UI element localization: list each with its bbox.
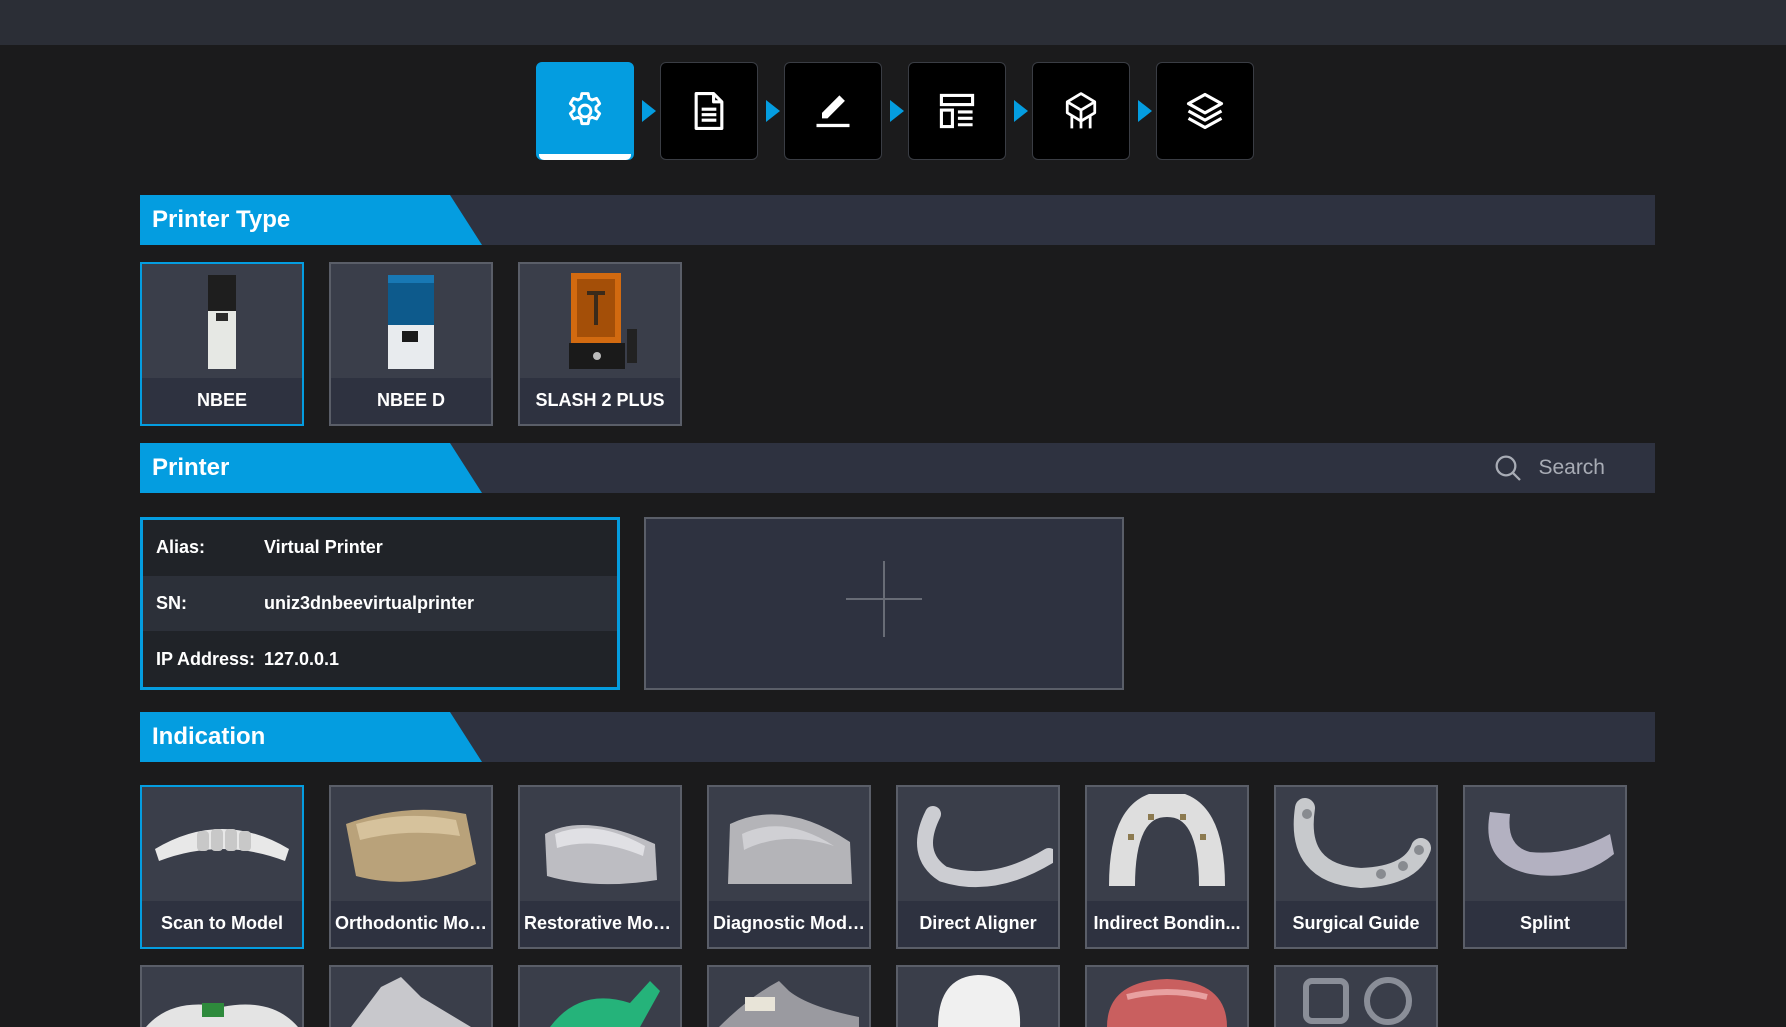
pencil-icon xyxy=(816,95,850,128)
step-setup-button[interactable] xyxy=(536,62,634,160)
title-bar xyxy=(0,0,1786,45)
model-image xyxy=(1276,787,1436,901)
step-file-button[interactable] xyxy=(660,62,758,160)
ip-row: IP Address: 127.0.0.1 xyxy=(143,632,617,687)
alias-row: Alias: Virtual Printer xyxy=(143,520,617,575)
card-label: Scan to Model xyxy=(160,913,283,933)
section-title: Printer xyxy=(152,454,230,481)
printer-type-header: Printer Type xyxy=(140,195,1655,245)
indication-card-surgical-guide[interactable]: Surgical Guide xyxy=(1274,785,1438,949)
support-icon xyxy=(1065,92,1097,129)
step-slice-button[interactable] xyxy=(1156,62,1254,160)
step-arrow-icon xyxy=(1014,100,1028,122)
printer-search[interactable]: Search xyxy=(1492,443,1605,493)
printer-info-card[interactable]: Alias: Virtual Printer SN: uniz3dnbeevir… xyxy=(140,517,620,690)
printer-header: Printer Search xyxy=(140,443,1655,493)
search-placeholder: Search xyxy=(1538,456,1605,479)
card-label: Splint xyxy=(1520,913,1570,933)
alias-label: Alias: xyxy=(156,537,206,557)
card-label: Diagnostic Mode... xyxy=(713,913,869,933)
layout-icon xyxy=(939,93,975,129)
model-image xyxy=(898,787,1058,901)
search-icon xyxy=(1495,455,1522,481)
sn-label: SN: xyxy=(156,593,187,613)
plus-icon xyxy=(883,561,885,637)
card-label: Indirect Bondin... xyxy=(1093,913,1241,933)
step-arrow-icon xyxy=(1138,100,1152,122)
add-printer-button[interactable] xyxy=(644,517,1124,690)
model-image xyxy=(1465,787,1625,901)
step-arrow-icon xyxy=(766,100,780,122)
indication-card-direct-aligner[interactable]: Direct Aligner xyxy=(896,785,1060,949)
gear-icon xyxy=(568,92,602,126)
layers-icon xyxy=(1186,92,1224,130)
step-layout-button[interactable] xyxy=(908,62,1006,160)
card-label: NBEE D xyxy=(376,390,445,410)
model-image xyxy=(938,975,1021,1027)
model-image xyxy=(1107,979,1227,1027)
shapes-icon xyxy=(1303,977,1412,1025)
model-image xyxy=(520,787,680,901)
indication-card-splint[interactable]: Splint xyxy=(1463,785,1627,949)
step-edit-button[interactable] xyxy=(784,62,882,160)
step-arrow-icon xyxy=(890,100,904,122)
indication-card-indirect-bonding[interactable]: Indirect Bondin... xyxy=(1085,785,1249,949)
printer-type-card-nbee[interactable]: NBEE xyxy=(140,262,304,426)
indication-card[interactable] xyxy=(707,965,871,1027)
card-label: Surgical Guide xyxy=(1292,913,1420,933)
indication-card[interactable] xyxy=(140,965,304,1027)
model-image xyxy=(1087,787,1247,901)
indication-header: Indication xyxy=(140,712,1655,762)
model-image xyxy=(331,787,491,901)
indication-card-scan-to-model[interactable]: Scan to Model xyxy=(140,785,304,949)
card-label: Orthodontic Mod... xyxy=(335,913,491,933)
model-image xyxy=(142,787,302,901)
card-label: Direct Aligner xyxy=(919,913,1037,933)
indication-card-diagnostic-model[interactable]: Diagnostic Mode... xyxy=(707,785,871,949)
indication-card[interactable] xyxy=(1274,965,1438,1027)
step-support-button[interactable] xyxy=(1032,62,1130,160)
document-icon xyxy=(694,92,724,130)
indication-card[interactable] xyxy=(896,965,1060,1027)
indication-card[interactable] xyxy=(518,965,682,1027)
card-label: Restorative Mod... xyxy=(524,913,680,933)
card-label: NBEE xyxy=(196,390,247,410)
sn-row: SN: uniz3dnbeevirtualprinter xyxy=(143,576,617,631)
indication-card[interactable] xyxy=(329,965,493,1027)
step-arrow-icon xyxy=(642,100,656,122)
printer-image xyxy=(520,264,680,378)
model-image xyxy=(351,977,471,1027)
printer-type-card-nbee-d[interactable]: NBEE D xyxy=(329,262,493,426)
ip-value: 127.0.0.1 xyxy=(264,649,340,669)
model-image xyxy=(550,981,660,1027)
model-image xyxy=(146,1003,298,1027)
model-image xyxy=(719,981,859,1027)
indication-card[interactable] xyxy=(1085,965,1249,1027)
printer-image xyxy=(331,264,491,378)
printer-image xyxy=(142,264,302,378)
printer-type-card-slash-2-plus[interactable]: SLASH 2 PLUS xyxy=(518,262,682,426)
alias-value: Virtual Printer xyxy=(264,537,383,557)
indication-card-restorative-model[interactable]: Restorative Mod... xyxy=(518,785,682,949)
section-title: Printer Type xyxy=(152,206,291,233)
indication-card-orthodontic-model[interactable]: Orthodontic Mod... xyxy=(329,785,493,949)
sn-value: uniz3dnbeevirtualprinter xyxy=(264,593,475,613)
section-title: Indication xyxy=(152,723,266,750)
ip-label: IP Address: xyxy=(156,649,256,669)
model-image xyxy=(709,787,869,901)
card-label: SLASH 2 PLUS xyxy=(535,390,665,410)
